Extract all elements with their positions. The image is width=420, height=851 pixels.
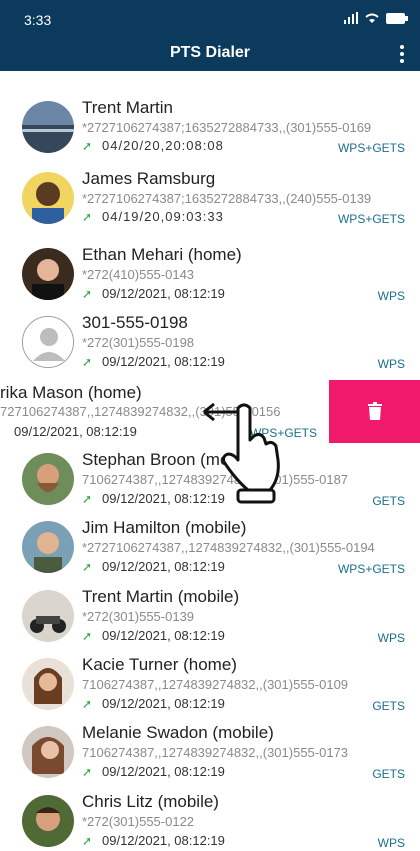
avatar [22, 726, 74, 778]
contact-number: *2727106274387;1635272884733,,(301)555-0… [82, 120, 372, 135]
call-date: ➚ 09/12/2021, 08:12:19 [82, 286, 225, 301]
contact-number: 7106274387,,1274839274832,,(301)555-0173 [82, 745, 349, 760]
contact-number: *2727106274387,,1274839274832,,(301)555-… [82, 540, 375, 555]
app-bar: PTS Dialer [0, 40, 420, 71]
service-tag: WPS+GETS [337, 562, 405, 576]
more-vert-icon[interactable] [394, 42, 410, 66]
list-item[interactable]: James Ramsburg *2727106274387;1635272884… [0, 169, 420, 237]
contact-name: rika Mason (home) [0, 383, 142, 402]
status-bar: 3:33 [0, 0, 420, 40]
call-date: ➚ 09/12/2021, 08:12:19 [82, 559, 225, 574]
avatar [22, 590, 74, 642]
call-timestamp: 09/12/2021, 08:12:19 [102, 696, 225, 711]
list-item[interactable]: Melanie Swadon (mobile) 7106274387,,1274… [0, 723, 420, 791]
contact-name: Chris Litz (mobile) [82, 792, 219, 811]
list-item[interactable]: Ethan Mehari (home) *272(410)555-0143 ➚ … [0, 245, 420, 313]
signal-icon [344, 12, 358, 24]
list-item[interactable]: Chris Litz (mobile) *272(301)555-0122 ➚ … [0, 792, 420, 851]
delete-button[interactable] [329, 380, 420, 443]
call-timestamp: 09/12/2021, 08:12:19 [102, 833, 225, 848]
call-date: 09/12/2021, 08:12:19 [14, 424, 137, 439]
outgoing-call-icon: ➚ [82, 833, 93, 848]
contact-number: *272(301)555-0198 [82, 335, 195, 350]
avatar [22, 658, 74, 710]
service-tag: WPS+GETS [337, 141, 405, 155]
outgoing-call-icon: ➚ [82, 286, 93, 301]
service-tag: GETS [372, 494, 405, 508]
call-timestamp: 09/12/2021, 08:12:19 [102, 559, 225, 574]
avatar [22, 453, 74, 505]
call-date: ➚ 09/12/2021, 08:12:19 [82, 628, 225, 643]
list-item[interactable]: Jim Hamilton (mobile) *2727106274387,,12… [0, 518, 420, 586]
outgoing-call-icon: ➚ [82, 138, 93, 153]
list-item[interactable]: Trent Martin (mobile) *272(301)555-0139 … [0, 587, 420, 655]
contact-number: *2727106274387;1635272884733,,(240)555-0… [82, 191, 372, 206]
avatar [22, 172, 74, 224]
outgoing-call-icon: ➚ [82, 354, 93, 369]
contact-name: Trent Martin (mobile) [82, 587, 240, 606]
swipe-left-hand-icon [203, 402, 280, 504]
contact-number: 7106274387,,1274839274832,,(301)555-0109 [82, 677, 349, 692]
service-tag: GETS [372, 699, 405, 713]
list-item[interactable]: Trent Martin *2727106274387;163527288473… [0, 98, 420, 166]
service-tag: GETS [372, 767, 405, 781]
avatar [22, 795, 74, 847]
outgoing-call-icon: ➚ [82, 209, 93, 224]
call-date: ➚ 09/12/2021, 08:12:19 [82, 696, 225, 711]
call-date: ➚ 04/20/20,20:08:08 [82, 138, 224, 153]
trash-icon [368, 402, 382, 420]
list-item[interactable]: 301-555-0198 *272(301)555-0198 ➚ 09/12/2… [0, 313, 420, 381]
page-title: PTS Dialer [169, 44, 251, 61]
avatar [22, 521, 74, 573]
contact-name: Kacie Turner (home) [82, 655, 237, 674]
wifi-icon [365, 13, 379, 23]
service-tag: WPS [377, 836, 405, 850]
status-icons [344, 12, 408, 24]
call-timestamp: 09/12/2021, 08:12:19 [102, 764, 225, 779]
call-timestamp: 09/12/2021, 08:12:19 [102, 628, 225, 643]
contact-name: Ethan Mehari (home) [82, 245, 242, 264]
contact-number: *272(410)555-0143 [82, 267, 195, 282]
call-timestamp: 09/12/2021, 08:12:19 [14, 424, 137, 439]
battery-icon [386, 12, 408, 24]
outgoing-call-icon: ➚ [82, 491, 93, 506]
call-date: ➚ 04/19/20,09:03:33 [82, 209, 224, 224]
call-timestamp: 04/19/20,09:03:33 [102, 209, 224, 224]
list-item[interactable]: Kacie Turner (home) 7106274387,,12748392… [0, 655, 420, 723]
outgoing-call-icon: ➚ [82, 764, 93, 779]
call-timestamp: 09/12/2021, 08:12:19 [102, 286, 225, 301]
call-date: ➚ 09/12/2021, 08:12:19 [82, 764, 225, 779]
call-date: ➚ 09/12/2021, 08:12:19 [82, 354, 225, 369]
avatar [22, 248, 74, 300]
contact-number: *272(301)555-0139 [82, 609, 195, 624]
outgoing-call-icon: ➚ [82, 696, 93, 711]
status-time: 3:33 [24, 12, 52, 28]
contact-name: Jim Hamilton (mobile) [82, 518, 247, 537]
contact-name: James Ramsburg [82, 169, 216, 188]
avatar [22, 316, 74, 368]
contact-number: *272(301)555-0122 [82, 814, 195, 829]
service-tag: WPS [377, 631, 405, 645]
call-timestamp: 09/12/2021, 08:12:19 [102, 354, 225, 369]
service-tag: WPS [377, 357, 405, 371]
outgoing-call-icon: ➚ [82, 559, 93, 574]
contact-name: 301-555-0198 [82, 313, 188, 332]
call-date: ➚ 09/12/2021, 08:12:19 [82, 833, 225, 848]
call-timestamp: 04/20/20,20:08:08 [102, 138, 224, 153]
service-tag: WPS+GETS [337, 212, 405, 226]
avatar [22, 101, 74, 153]
outgoing-call-icon: ➚ [82, 628, 93, 643]
service-tag: WPS [377, 289, 405, 303]
contact-name: Trent Martin [82, 98, 174, 117]
contact-name: Melanie Swadon (mobile) [82, 723, 274, 742]
